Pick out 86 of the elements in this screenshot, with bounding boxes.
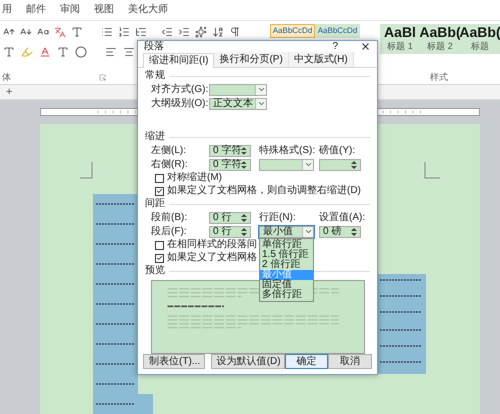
spinner-arrows-icon (241, 228, 247, 236)
checkbox-label: 如果定义了文档网格 (167, 253, 257, 263)
dropdown-field[interactable] (259, 158, 314, 170)
ribbon-tab[interactable]: 视图 (94, 5, 114, 15)
dropdown-option[interactable]: 固定值 (260, 280, 313, 290)
dialog-title: 段落 (144, 42, 164, 52)
spinner-arrows-icon (351, 160, 357, 168)
increase-indent-icon[interactable] (178, 26, 190, 38)
close-icon[interactable] (360, 41, 371, 52)
dropdown-field[interactable]: 最小值 (259, 226, 314, 238)
dialog-tab[interactable]: 中文版式(H) (288, 52, 354, 67)
numbered-list-icon[interactable] (118, 26, 130, 38)
style-preview: AaBb( (419, 25, 461, 39)
new-tab-button[interactable]: + (6, 86, 12, 98)
style-name: 标题 2 (427, 42, 453, 53)
spinner-field[interactable] (319, 158, 361, 170)
sort-icon[interactable] (212, 26, 224, 38)
ribbon-tab[interactable]: 邮件 (26, 5, 46, 15)
style-gallery-item[interactable]: AaBbCcDd (315, 24, 360, 38)
field-label: 左侧(L): (151, 146, 187, 156)
field-label: 大纲级别(O): (151, 98, 209, 108)
field-label: 段前(B): (151, 212, 188, 222)
spinner-arrows-icon (351, 228, 357, 236)
phonetic-guide-icon[interactable] (54, 26, 66, 38)
style-gallery-item[interactable]: AaBbCcDd (270, 24, 315, 38)
dropdown-option[interactable]: 2 倍行距 (260, 260, 313, 270)
dialog-button[interactable]: 取消 (328, 354, 372, 369)
field-label: 对齐方式(G): (151, 84, 209, 94)
pilcrow-icon[interactable] (229, 26, 241, 38)
style-gallery-item[interactable]: AaBl 标题 1 (380, 24, 420, 54)
help-button[interactable]: ? (332, 42, 338, 52)
field-label: 段后(F): (151, 226, 188, 236)
style-name: 标题 1 (387, 42, 413, 53)
checkbox-label: 如果定义了文档网格，则自动调整右缩进(D) (167, 186, 361, 196)
group-label: 样式 (430, 72, 448, 82)
field-label: 行距(N): (259, 212, 297, 222)
dropdown-option[interactable]: 单倍行距 (260, 240, 313, 250)
checkbox[interactable] (155, 254, 164, 262)
style-preview: AaBl (384, 25, 416, 39)
style-preview: AaBbCcDd (272, 25, 312, 37)
section-heading: 常规 (145, 71, 165, 81)
decrease-indent-icon[interactable] (161, 26, 173, 38)
field-label: 特殊格式(S): (259, 146, 316, 156)
checkbox-label: 在相同样式的段落间 (167, 240, 257, 250)
field-label: 设置值(A): (319, 212, 366, 222)
checkbox[interactable] (155, 240, 164, 250)
font-color-icon[interactable] (39, 46, 51, 58)
checkbox[interactable] (155, 186, 164, 196)
field-label: 磅值(Y): (319, 146, 356, 156)
spinner-arrows-icon (241, 146, 247, 154)
dialog-tab[interactable]: 缩进和间距(I) (143, 53, 214, 68)
dialog-launcher-icon[interactable] (99, 74, 106, 80)
ribbon-tab[interactable]: 美化大师 (128, 5, 168, 15)
style-name: 标题 (471, 42, 489, 53)
dialog-button[interactable]: 制表位(T)... (143, 354, 205, 369)
align-center-icon[interactable] (123, 46, 135, 58)
checkbox-label: 对称缩进(M) (167, 173, 222, 183)
spinner-arrows-icon (241, 214, 247, 222)
dropdown-field[interactable] (209, 84, 267, 96)
style-gallery-item[interactable]: AaBb( 标题 2 (420, 24, 460, 54)
caret-icon (304, 160, 312, 169)
ribbon-tab[interactable]: 审阅 (60, 5, 80, 15)
spinner-field[interactable]: 0 行 (209, 226, 251, 238)
checkbox[interactable] (155, 174, 164, 182)
spinner-field[interactable]: 0 行 (209, 212, 251, 224)
dropdown-option[interactable]: 1.5 倍行距 (260, 250, 313, 260)
align-left-icon[interactable] (105, 46, 117, 58)
section-heading: 预览 (145, 266, 165, 276)
spinner-arrows-icon (241, 160, 247, 168)
style-preview: AaBbCcDd (318, 25, 358, 37)
dialog-tab[interactable]: 换行和分页(P) (214, 52, 289, 67)
multilevel-list-icon[interactable] (135, 26, 147, 38)
section-heading: 间距 (145, 199, 165, 209)
dropdown-field[interactable]: 正文文本 (209, 98, 267, 110)
spinner-field[interactable]: 0 字符 (209, 158, 251, 170)
ribbon-tab[interactable]: 用 (2, 5, 12, 15)
sparkle-icon[interactable] (195, 26, 207, 38)
dialog-button[interactable]: 设为默认值(D) (210, 354, 285, 369)
dialog-button[interactable]: 确定 (284, 354, 328, 369)
section-heading: 缩进 (145, 132, 165, 142)
spinner-field[interactable]: 0 字符 (209, 144, 251, 156)
spinner-field[interactable]: 0 磅 (319, 226, 361, 238)
caret-icon (304, 227, 312, 236)
field-label: 右侧(R): (151, 160, 189, 170)
group-label: 体 (2, 72, 11, 82)
dropdown-option[interactable]: 多倍行距 (260, 290, 313, 300)
